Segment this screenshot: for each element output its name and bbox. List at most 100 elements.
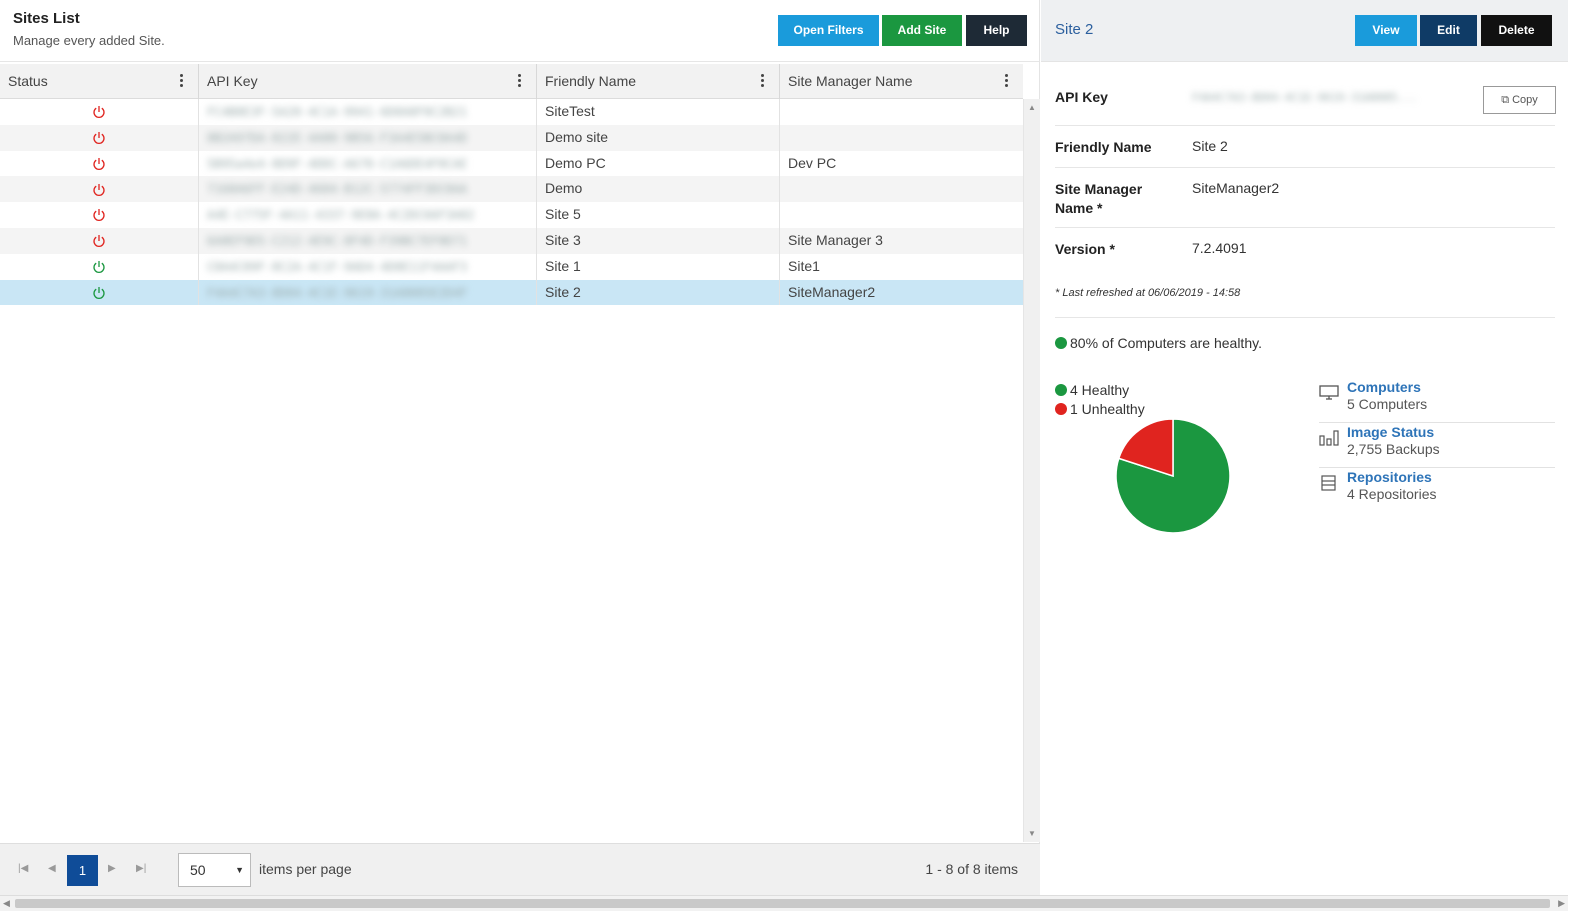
site-manager-value: SiteManager2 [1192,180,1280,196]
stat-link[interactable]: Computers [1347,379,1421,395]
stat-link[interactable]: Image Status [1347,424,1434,440]
first-page-icon[interactable]: |◀ [18,863,28,874]
table-row[interactable]: C0A4C09F-8C2A-4C1F-9AD4-4D8E11F4AAF3 Site… [0,253,1023,280]
page-size-select[interactable]: 50 ▼ [178,853,251,887]
delete-button[interactable]: Delete [1481,15,1552,46]
monitor-icon [1319,385,1339,406]
table-row[interactable]: 8B2A97DA-022E-4A80-9B56-F3A4E5BC0A4D Demo… [0,124,1023,151]
friendly-name-cell: Demo PC [537,150,780,177]
table-row[interactable]: FC4B8E3F-5A20-4C1A-9941-6D8A8F0C2B21 Site… [0,99,1023,125]
status-cell [0,150,199,177]
site-manager-cell [780,202,1023,228]
column-header-status[interactable]: Status [0,64,199,99]
power-icon [93,286,105,299]
power-icon [93,235,105,248]
scroll-up-icon[interactable]: ▲ [1028,103,1036,112]
chart-legend: 4 Healthy 1 Unhealthy [1055,381,1145,419]
health-pie-chart [1115,418,1231,534]
pager: |◀ ◀ 1 ▶ ▶| 50 ▼ items per page 1 - 8 of… [0,843,1040,895]
api-key-cell: 5B95a4e4-0D9F-4DDC-A678-C1A6DE4F0CAE [199,150,537,177]
stat-count: 2,755 Backups [1347,441,1440,457]
help-button[interactable]: Help [966,15,1027,46]
legend-unhealthy: 1 Unhealthy [1055,400,1145,419]
scroll-left-icon[interactable]: ◀ [3,898,10,909]
column-menu-icon[interactable] [180,74,184,90]
items-per-page-label: items per page [259,861,352,877]
friendly-name-cell: Site 3 [537,227,780,254]
api-key-cell: FC4B8E3F-5A20-4C1A-9941-6D8A8F0C2B21 [199,99,537,125]
page-title: Sites List [13,10,80,27]
api-key-field: API Key F4A4C7A3-8D04-4C1E-9619-31A8085.… [1055,86,1556,126]
column-header-site-manager-name[interactable]: Site Manager Name [780,64,1023,99]
power-icon [93,106,105,119]
column-header-friendly-name[interactable]: Friendly Name [537,64,780,99]
friendly-name-cell: Demo site [537,124,780,151]
horizontal-scrollbar[interactable]: ◀ ▶ [0,895,1568,911]
table-body: FC4B8E3F-5A20-4C1A-9941-6D8A8F0C2B21 Site… [0,99,1023,306]
sites-list-pane: Sites List Manage every added Site. Open… [0,0,1040,895]
healthy-dot-icon [1055,337,1067,349]
table-row[interactable]: 7168A6FF-E24D-4604-B12C-5774FF3DC0AA Demo [0,176,1023,203]
site-manager-cell [780,99,1023,125]
power-icon [93,209,105,222]
version-label: Version * [1055,241,1115,257]
status-cell [0,253,199,280]
open-filters-button[interactable]: Open Filters [778,15,879,46]
column-menu-icon[interactable] [1005,74,1009,90]
bar-chart-icon [1319,430,1339,451]
scroll-down-icon[interactable]: ▼ [1028,829,1036,838]
column-menu-icon[interactable] [761,74,765,90]
status-cell [0,279,199,306]
api-key-cell: F4A4C7A3-8D04-4C1E-9619-31A8085E2D4F [199,279,537,306]
health-summary: 80% of Computers are healthy. [1055,335,1262,351]
column-header-api-key[interactable]: API Key [199,64,537,99]
vertical-scrollbar[interactable]: ▲ ▼ [1023,99,1040,842]
chevron-down-icon: ▼ [235,865,244,875]
table-row[interactable]: A4E-C775F-4A11-4337-9E8A-4C2DC66F3A02 Sit… [0,202,1023,228]
friendly-name-label: Friendly Name [1055,139,1152,155]
api-key-cell: 6A8EF9D5-C212-4E9C-8F4D-F39BC7EF0D71 [199,227,537,254]
status-cell [0,99,199,125]
copy-button[interactable]: ⧉ Copy [1483,86,1556,114]
scrollbar-thumb[interactable] [15,899,1550,908]
stat-link[interactable]: Repositories [1347,469,1432,485]
friendly-name-field: Friendly Name Site 2 [1055,138,1555,168]
api-key-cell: 7168A6FF-E24D-4604-B12C-5774FF3DC0AA [199,176,537,203]
previous-page-icon[interactable]: ◀ [48,863,56,874]
page-subtitle: Manage every added Site. [13,33,165,48]
stat-repositories: Repositories 4 Repositories [1319,469,1555,513]
next-page-icon[interactable]: ▶ [108,863,116,874]
pager-info: 1 - 8 of 8 items [925,861,1018,877]
api-key-cell: A4E-C775F-4A11-4337-9E8A-4C2DC66F3A02 [199,202,537,228]
api-key-cell: 8B2A97DA-022E-4A80-9B56-F3A4E5BC0A4D [199,124,537,151]
edit-button[interactable]: Edit [1420,15,1477,46]
unhealthy-dot-icon [1055,403,1067,415]
power-icon [93,261,105,274]
table-row[interactable]: F4A4C7A3-8D04-4C1E-9619-31A8085E2D4F Site… [0,279,1023,306]
power-icon [93,183,105,196]
detail-title: Site 2 [1055,21,1094,38]
add-site-button[interactable]: Add Site [882,15,962,46]
power-icon [93,157,105,170]
table-row[interactable]: 5B95a4e4-0D9F-4DDC-A678-C1A6DE4F0CAE Demo… [0,150,1023,177]
power-icon [93,132,105,145]
version-field: Version * 7.2.4091 [1055,240,1555,318]
site-manager-cell: SiteManager2 [788,283,876,300]
site-manager-field: Site Manager Name * SiteManager2 [1055,180,1555,228]
friendly-name-cell: SiteTest [537,99,780,125]
column-menu-icon[interactable] [518,74,522,90]
table-row[interactable]: 6A8EF9D5-C212-4E9C-8F4D-F39BC7EF0D71 Site… [0,227,1023,254]
scroll-right-icon[interactable]: ▶ [1558,898,1565,909]
site-manager-cell [780,125,1023,151]
api-key-cell: C0A4C09F-8C2A-4C1F-9AD4-4D8E11F4AAF3 [199,253,537,280]
view-button[interactable]: View [1355,15,1417,46]
page-number-button[interactable]: 1 [67,855,98,886]
status-cell [0,124,199,151]
detail-header: Site 2 View Edit Delete [1041,0,1568,62]
friendly-name-cell: Site 2 [537,279,780,306]
last-page-icon[interactable]: ▶| [136,863,146,874]
site-manager-label-line1: Site Manager [1055,181,1143,197]
table-header: Status API Key Friendly Name Site Manage… [0,64,1023,99]
site-manager-cell: Site Manager 3 [788,231,883,248]
friendly-name-cell: Site 1 [537,253,780,280]
